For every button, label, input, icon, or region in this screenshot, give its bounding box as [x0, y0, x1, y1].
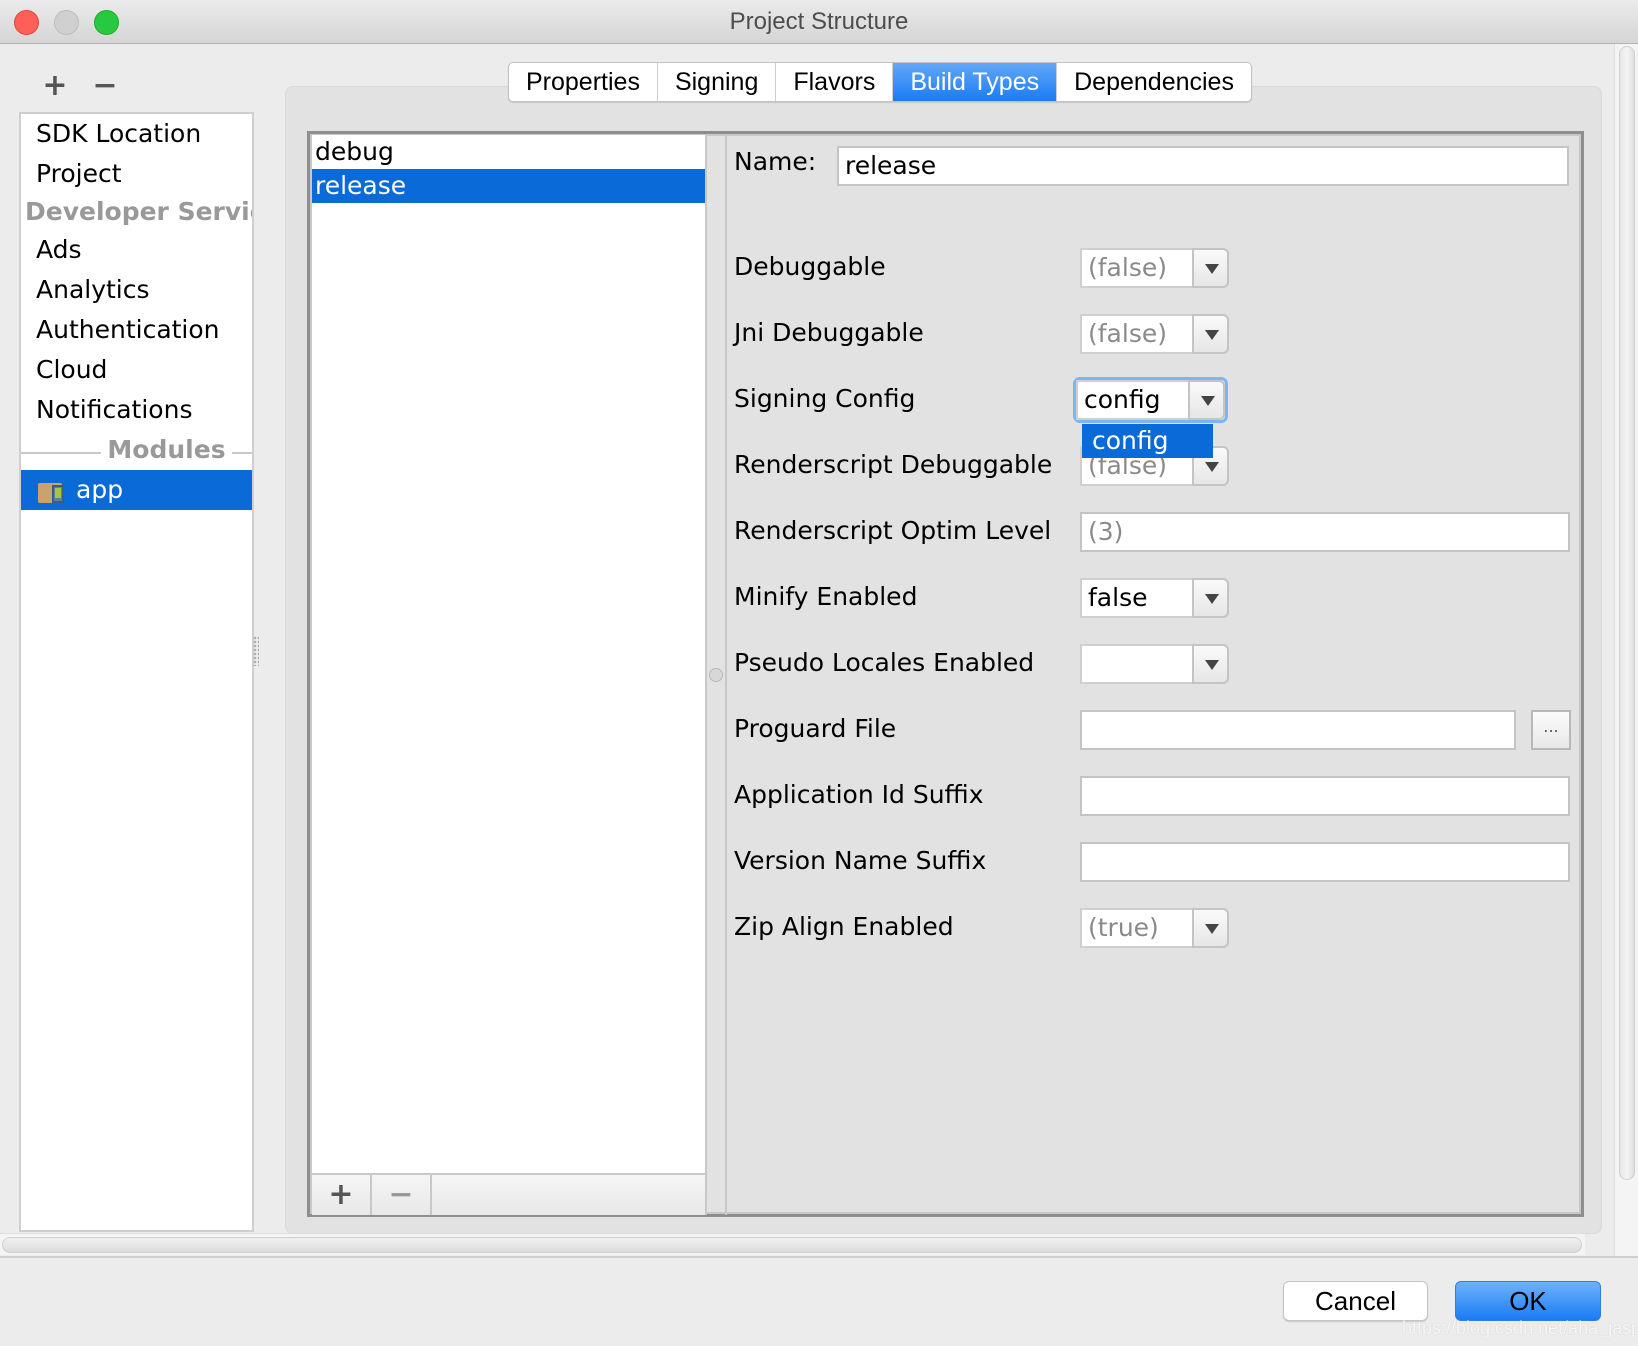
browse-proguard-file-button[interactable]: ... — [1531, 710, 1571, 750]
proguard-file-label: Proguard File — [734, 714, 897, 743]
chevron-down-icon[interactable] — [1188, 380, 1225, 420]
window-title: Project Structure — [729, 8, 909, 35]
sidebar-item-analytics[interactable]: Analytics — [21, 270, 252, 310]
sidebar-item-cloud[interactable]: Cloud — [21, 350, 252, 390]
watermark: https://blog.csdn.net/aha_jasper — [1402, 1318, 1638, 1338]
signing-config-option[interactable]: config — [1082, 424, 1213, 458]
sidebar-item-authentication[interactable]: Authentication — [21, 310, 252, 350]
sidebar-header-developer-services: Developer Services — [25, 197, 252, 226]
tab-properties[interactable]: Properties — [509, 63, 658, 101]
debuggable-label: Debuggable — [734, 252, 886, 281]
minify-enabled-label: Minify Enabled — [734, 582, 918, 611]
zip-align-enabled-value: (true) — [1080, 908, 1194, 948]
remove-icon[interactable]: − — [80, 68, 130, 103]
name-label: Name: — [734, 147, 817, 176]
application-id-suffix-field[interactable] — [1080, 776, 1570, 816]
pseudo-locales-enabled-value — [1080, 644, 1194, 684]
title-bar: Project Structure — [0, 0, 1638, 44]
signing-config-value: config — [1076, 380, 1190, 420]
sidebar-item-project[interactable]: Project — [21, 154, 252, 194]
build-type-item-debug[interactable]: debug — [312, 135, 705, 169]
vertical-scrollbar-thumb[interactable] — [1619, 46, 1635, 1180]
chevron-down-icon[interactable] — [1192, 314, 1229, 354]
sidebar-item-app-label: app — [76, 475, 124, 504]
modules-separator: Modules — [21, 430, 252, 470]
zip-align-enabled-combo[interactable]: (true) — [1080, 908, 1229, 948]
sidebar-item-app[interactable]: app — [21, 470, 252, 510]
ok-button[interactable]: OK — [1455, 1281, 1601, 1321]
application-id-suffix-label: Application Id Suffix — [734, 780, 984, 809]
footer-divider — [0, 1256, 1638, 1258]
build-type-form: Name: release Debuggable (false) Jni Deb… — [725, 135, 1580, 1215]
minify-enabled-value: false — [1080, 578, 1194, 618]
pseudo-locales-enabled-combo[interactable] — [1080, 644, 1229, 684]
remove-build-type-button[interactable]: − — [372, 1175, 432, 1215]
add-icon[interactable]: + — [30, 68, 80, 103]
renderscript-optim-level-field[interactable]: (3) — [1080, 512, 1570, 552]
version-name-suffix-field[interactable] — [1080, 842, 1570, 882]
sidebar-item-notifications[interactable]: Notifications — [21, 390, 252, 430]
vertical-scrollbar[interactable] — [1614, 44, 1638, 1256]
renderscript-debuggable-label: Renderscript Debuggable — [734, 450, 1053, 479]
android-module-icon — [38, 479, 68, 503]
modules-separator-label: Modules — [101, 435, 232, 464]
horizontal-scrollbar-thumb[interactable] — [2, 1237, 1582, 1253]
debuggable-value: (false) — [1080, 248, 1194, 288]
build-types-toolbar: + − — [312, 1173, 705, 1215]
version-name-suffix-label: Version Name Suffix — [734, 846, 987, 875]
split-divider-handle[interactable] — [709, 668, 723, 682]
signing-config-combo[interactable]: config — [1076, 380, 1225, 420]
build-type-item-release[interactable]: release — [312, 169, 705, 203]
horizontal-scrollbar[interactable] — [0, 1233, 1585, 1255]
splitter-grip-handle[interactable] — [253, 636, 259, 666]
project-structure-window: Project Structure + − SDK Location Projec… — [0, 0, 1638, 1346]
tab-dependencies[interactable]: Dependencies — [1057, 63, 1251, 101]
jni-debuggable-combo[interactable]: (false) — [1080, 314, 1229, 354]
sidebar-toolbar: + − — [30, 68, 130, 103]
jni-debuggable-label: Jni Debuggable — [734, 318, 924, 347]
debuggable-combo[interactable]: (false) — [1080, 248, 1229, 288]
add-build-type-button[interactable]: + — [312, 1175, 372, 1215]
name-field[interactable]: release — [837, 146, 1569, 186]
tab-signing[interactable]: Signing — [658, 63, 777, 101]
sidebar-item-sdk-location[interactable]: SDK Location — [21, 114, 252, 154]
chevron-down-icon[interactable] — [1192, 644, 1229, 684]
chevron-down-icon[interactable] — [1192, 578, 1229, 618]
tab-bar: Properties Signing Flavors Build Types D… — [508, 62, 1252, 102]
sidebar-item-ads[interactable]: Ads — [21, 230, 252, 270]
sidebar: SDK Location Project Developer Services … — [19, 112, 254, 1232]
tab-flavors[interactable]: Flavors — [776, 63, 894, 101]
tab-build-types[interactable]: Build Types — [893, 63, 1058, 101]
jni-debuggable-value: (false) — [1080, 314, 1194, 354]
signing-config-label: Signing Config — [734, 384, 916, 413]
proguard-file-field[interactable] — [1080, 710, 1516, 750]
build-types-list: debug release + − — [312, 135, 707, 1215]
zip-align-enabled-label: Zip Align Enabled — [734, 912, 954, 941]
pseudo-locales-enabled-label: Pseudo Locales Enabled — [734, 648, 1035, 677]
renderscript-optim-level-label: Renderscript Optim Level — [734, 516, 1052, 545]
minify-enabled-combo[interactable]: false — [1080, 578, 1229, 618]
chevron-down-icon[interactable] — [1192, 248, 1229, 288]
cancel-button[interactable]: Cancel — [1283, 1281, 1428, 1321]
chevron-down-icon[interactable] — [1192, 908, 1229, 948]
